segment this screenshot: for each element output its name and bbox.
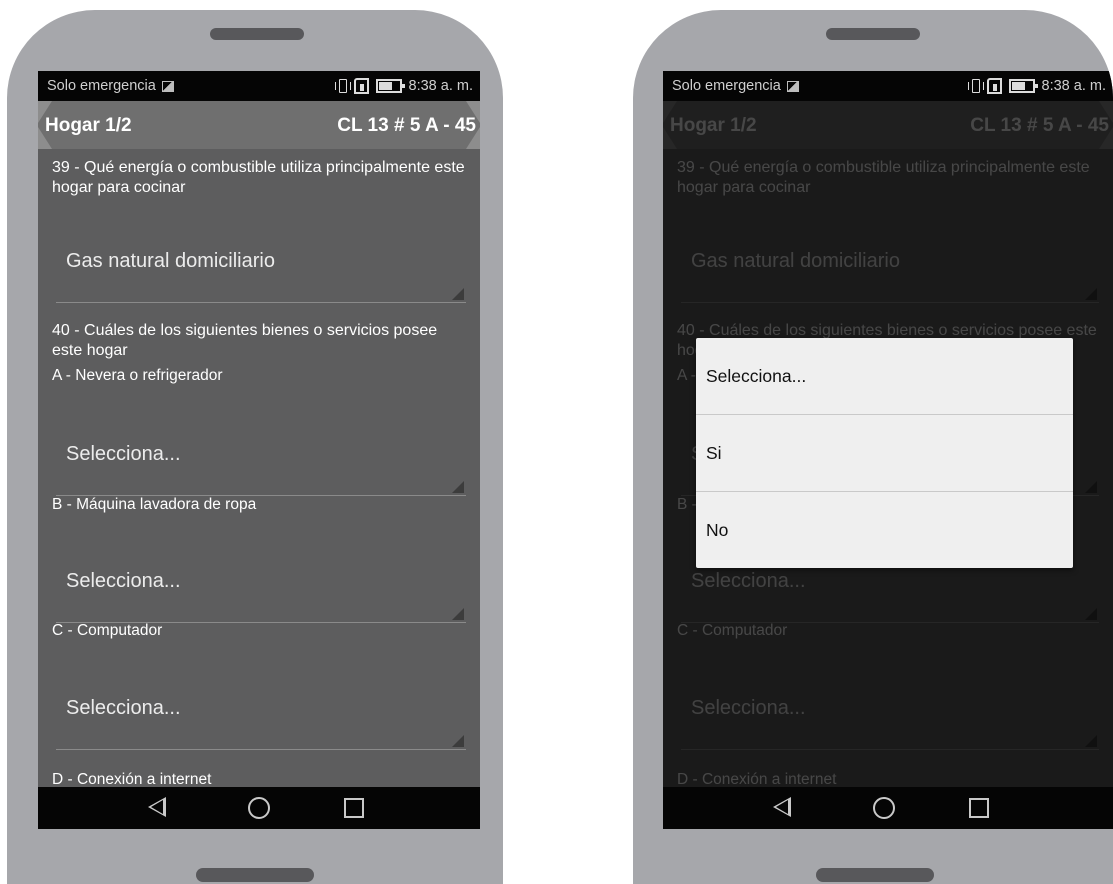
- item-b-spinner[interactable]: Selecciona...: [56, 560, 466, 623]
- item-b-label: B - Máquina lavadora de ropa: [52, 496, 257, 513]
- item-a-label: A - Nevera o refrigerador: [52, 367, 223, 384]
- home-icon[interactable]: [248, 797, 270, 819]
- item-c-value: Selecciona...: [66, 697, 181, 719]
- app-header: Hogar 1/2 CL 13 # 5 A - 45: [38, 101, 480, 149]
- dropdown-arrow-icon: [452, 735, 464, 747]
- back-icon[interactable]: [773, 797, 795, 819]
- home-icon[interactable]: [873, 797, 895, 819]
- q39-spinner[interactable]: Gas natural domiciliario: [56, 240, 466, 303]
- phone-left: Solo emergencia 8:38 a. m. Hogar 1/2 CL …: [7, 10, 503, 884]
- phone-home-bar: [816, 868, 934, 882]
- dialog-option-no[interactable]: No: [696, 492, 1073, 568]
- dialog-option-label: Si: [706, 443, 722, 463]
- phone-speaker: [210, 28, 304, 40]
- carrier-label: Solo emergencia: [672, 78, 781, 94]
- phone-home-bar: [196, 868, 314, 882]
- carrier-label: Solo emergencia: [47, 78, 156, 94]
- form-content: 39 - Qué energía o combustible utiliza p…: [38, 149, 480, 788]
- item-b-value: Selecciona...: [66, 570, 181, 592]
- dropdown-arrow-icon: [452, 288, 464, 300]
- phone-right: Solo emergencia 8:38 a. m. Hogar 1/2 CL …: [633, 10, 1113, 884]
- dialog-option-selecciona[interactable]: Selecciona...: [696, 338, 1073, 415]
- phone-speaker: [826, 28, 920, 40]
- recent-apps-icon[interactable]: [969, 797, 991, 819]
- item-c-spinner[interactable]: Selecciona...: [56, 687, 466, 750]
- q39-selected-value: Gas natural domiciliario: [66, 250, 275, 272]
- status-bar: Solo emergencia 8:38 a. m.: [38, 71, 480, 101]
- question-40: 40 - Cuáles de los siguientes bienes o s…: [52, 322, 438, 359]
- screen-right: Solo emergencia 8:38 a. m. Hogar 1/2 CL …: [663, 71, 1113, 829]
- vibrate-icon: [334, 79, 351, 93]
- dialog-option-label: Selecciona...: [706, 366, 807, 386]
- dropdown-arrow-icon: [452, 608, 464, 620]
- rotate-icon: [353, 78, 369, 94]
- address-label: CL 13 # 5 A - 45: [337, 115, 476, 136]
- battery-icon: [1008, 79, 1038, 93]
- back-icon[interactable]: [148, 797, 170, 819]
- vibrate-icon: [967, 79, 984, 93]
- navigation-bar: [663, 787, 1113, 829]
- status-bar: Solo emergencia 8:38 a. m.: [663, 71, 1113, 101]
- question-39: 39 - Qué energía o combustible utiliza p…: [52, 159, 465, 196]
- item-a-value: Selecciona...: [66, 443, 181, 465]
- image-notification-icon: [786, 80, 799, 92]
- rotate-icon: [986, 78, 1002, 94]
- screen-left: Solo emergencia 8:38 a. m. Hogar 1/2 CL …: [38, 71, 480, 829]
- battery-icon: [375, 79, 405, 93]
- dialog-option-si[interactable]: Si: [696, 415, 1073, 492]
- image-notification-icon: [161, 80, 174, 92]
- navigation-bar: [38, 787, 480, 829]
- recent-apps-icon[interactable]: [344, 797, 366, 819]
- dialog-option-label: No: [706, 520, 729, 540]
- clock: 8:38 a. m.: [1041, 78, 1106, 94]
- options-dialog: Selecciona... Si No: [696, 338, 1073, 568]
- clock: 8:38 a. m.: [408, 78, 473, 94]
- dropdown-arrow-icon: [452, 481, 464, 493]
- item-c-label: C - Computador: [52, 622, 163, 639]
- page-title: Hogar 1/2: [45, 115, 132, 136]
- item-a-spinner[interactable]: Selecciona...: [56, 433, 466, 496]
